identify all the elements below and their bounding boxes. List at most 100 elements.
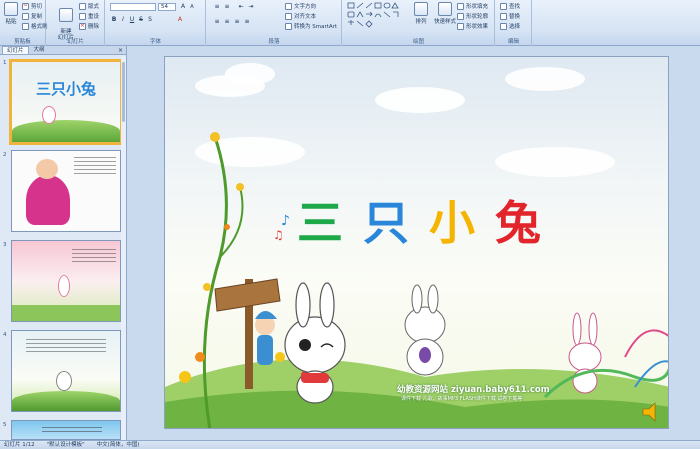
decrease-indent-button[interactable]: ⇤ <box>237 3 245 11</box>
replace-button[interactable]: 替换 <box>500 12 520 20</box>
thumb-5-text <box>42 427 102 435</box>
bullets-button[interactable]: ≡ <box>213 3 221 11</box>
layout-button[interactable]: 版式 <box>79 2 99 10</box>
arrange-icon <box>414 2 428 16</box>
thumb-4-text <box>26 339 106 353</box>
text-direction-icon <box>285 2 292 10</box>
align-text-button[interactable]: 对齐文本 <box>285 12 316 20</box>
status-bar: 幻灯片 1/12 "默认设计模板" 中文(简体，中国) <box>0 440 700 449</box>
select-button[interactable]: 选择 <box>500 22 520 30</box>
align-right-button[interactable]: ≡ <box>233 18 241 26</box>
scrollbar-thumb[interactable] <box>122 62 125 122</box>
drawing-group: 排列 快速样式 形状填充 形状轮廓 形状效果 绘图 <box>343 0 495 46</box>
paste-icon <box>4 2 18 16</box>
shapes-gallery[interactable] <box>347 2 407 32</box>
shadow-button[interactable]: S <box>146 16 154 24</box>
slide-thumbnail-1[interactable]: 三只小兔 <box>9 59 123 145</box>
slide-thumbnail-4[interactable] <box>11 330 121 412</box>
replace-icon <box>500 12 507 20</box>
new-slide-icon <box>59 8 73 22</box>
panel-tabs: 幻灯片 大纲 × <box>0 46 126 55</box>
thumb-3-text <box>72 249 116 265</box>
slide-thumbnail-3[interactable] <box>11 240 121 322</box>
cursor-icon <box>500 22 507 30</box>
ribbon: 粘贴 ✂剪切 复制 格式刷 剪贴板 新建 幻灯片 版式 重设 ✕删除 幻灯片 <box>0 0 700 46</box>
site-watermark: 幼教资源网站 ziyuan.baby611.com <box>397 385 550 395</box>
align-left-button[interactable]: ≡ <box>213 18 221 26</box>
numbering-button[interactable]: ≡ <box>223 3 231 11</box>
scissors-icon: ✂ <box>22 2 29 10</box>
status-language[interactable]: 中文(简体，中国) <box>97 441 140 449</box>
align-center-button[interactable]: ≡ <box>223 18 231 26</box>
title-char-1: 三 <box>297 196 345 250</box>
format-painter-button[interactable]: 格式刷 <box>22 22 48 30</box>
thumb-4-bunny <box>56 371 72 391</box>
text-direction-button[interactable]: 文字方向 <box>285 2 316 10</box>
shrink-font-button[interactable]: A <box>188 3 196 11</box>
copy-icon <box>22 12 29 20</box>
font-group: 54 A A B I U S S A 字体 <box>106 0 206 46</box>
italic-button[interactable]: I <box>119 16 127 24</box>
slide-thumbnail-5[interactable] <box>11 420 121 440</box>
svg-text:♪: ♪ <box>281 213 290 229</box>
thumb-number-4: 4 <box>3 332 7 338</box>
thumb-1-title: 三只小兔 <box>36 80 97 98</box>
svg-text:♫: ♫ <box>273 228 284 242</box>
quick-styles-icon <box>438 2 452 16</box>
editing-group: 查找 替换 选择 编辑 <box>496 0 532 46</box>
slide-thumbnail-2[interactable] <box>11 150 121 232</box>
slide-title[interactable]: 三 只 小 兔 <box>297 187 543 253</box>
arrange-button[interactable]: 排列 <box>411 2 431 25</box>
font-name-select[interactable] <box>110 3 156 11</box>
slides-group: 新建 幻灯片 版式 重设 ✕ 删除 幻灯片 <box>47 0 105 46</box>
shape-fill-button[interactable]: 形状填充 <box>457 2 488 10</box>
font-group-label: 字体 <box>149 39 161 45</box>
brush-icon <box>22 22 29 30</box>
thumb-3-bunny <box>58 275 70 297</box>
panel-scrollbar[interactable] <box>121 56 126 440</box>
grow-font-button[interactable]: A <box>179 3 187 11</box>
editing-group-label: 编辑 <box>507 39 519 45</box>
paragraph-group: ≡ ≡ ⇤ ⇥ ≡ ≡ ≡ ≡ 文字方向 对齐文本 转换为 SmartArt 段… <box>207 0 342 46</box>
effects-icon <box>457 22 464 30</box>
smartart-button[interactable]: 转换为 SmartArt <box>285 22 337 30</box>
strikethrough-button[interactable]: S <box>137 16 145 24</box>
thumb-1-ground <box>12 120 120 142</box>
slides-panel: 幻灯片 大纲 × 1 三只小兔 2 3 4 5 <box>0 46 127 440</box>
new-slide-button[interactable]: 新建 幻灯片 <box>55 2 77 41</box>
shape-outline-button[interactable]: 形状轮廓 <box>457 12 488 20</box>
increase-indent-button[interactable]: ⇥ <box>247 3 255 11</box>
tab-outline[interactable]: 大纲 <box>30 46 49 54</box>
title-char-2: 只 <box>363 196 412 250</box>
thumb-number-5: 5 <box>3 422 7 428</box>
tab-slides[interactable]: 幻灯片 <box>2 46 29 54</box>
thumb-1-bunny <box>42 106 56 124</box>
title-char-3: 小 <box>429 196 478 250</box>
copy-button[interactable]: 复制 <box>22 12 42 20</box>
justify-button[interactable]: ≡ <box>243 18 251 26</box>
delete-slide-button[interactable]: ✕ 删除 <box>79 22 99 30</box>
thumb-2-text <box>74 157 116 175</box>
paragraph-group-label: 段落 <box>268 39 280 45</box>
paste-button[interactable]: 粘贴 <box>1 2 21 25</box>
status-slide-count: 幻灯片 1/12 <box>4 442 35 448</box>
underline-button[interactable]: U <box>128 16 136 24</box>
align-text-icon <box>285 12 292 20</box>
find-button[interactable]: 查找 <box>500 2 520 10</box>
font-size-select[interactable]: 54 <box>158 3 176 11</box>
cut-button[interactable]: ✂ 剪切 <box>22 2 42 10</box>
font-color-button[interactable]: A <box>176 16 184 24</box>
site-watermark-subtitle: 课件下载 儿歌、故事MP3 FLASH课件下载 试卷下载等 <box>401 396 523 402</box>
thumb-2-character <box>26 175 70 225</box>
bold-button[interactable]: B <box>110 16 118 24</box>
binoculars-icon <box>500 2 507 10</box>
status-theme[interactable]: "默认设计模板" <box>47 441 85 449</box>
smartart-icon <box>285 22 292 30</box>
slide-canvas[interactable]: ♪ ♫ 三 只 小 兔 幼教资源网站 ziyuan.baby611.com 课件… <box>164 56 669 429</box>
outline-pen-icon <box>457 12 464 20</box>
quick-styles-button[interactable]: 快速样式 <box>433 2 457 25</box>
thumb-4-ground <box>12 391 120 411</box>
panel-close-icon[interactable]: × <box>118 46 123 55</box>
reset-button[interactable]: 重设 <box>79 12 99 20</box>
shape-effects-button[interactable]: 形状效果 <box>457 22 488 30</box>
